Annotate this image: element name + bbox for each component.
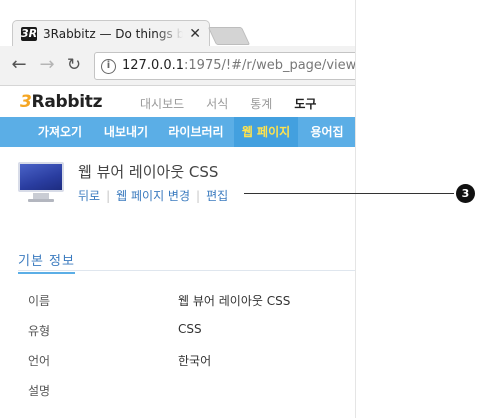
top-nav: 대시보드 서식 통계 도구 [140,95,338,112]
monitor-base [28,199,54,202]
info-icon[interactable]: i [101,59,116,74]
menu-glossary[interactable]: 용어집 [302,117,352,147]
menu-import[interactable]: 가져오기 [30,117,90,147]
callout-badge: 3 [456,184,475,203]
page-actions: 뒤로 | 웹 페이지 변경 | 편집 [78,187,228,204]
favicon-icon: 3R [21,27,38,41]
row-label-name: 이름 [28,294,51,308]
row-value-name: 웹 뷰어 레이아웃 CSS [178,294,291,308]
page-header: 웹 뷰어 레이아웃 CSS 뒤로 | 웹 페이지 변경 | 편집 [0,147,355,217]
browser-window: 3R 3Rabbitz — Do things b ✕ ← → ↻ i 127.… [0,0,356,418]
tools-menu: 가져오기 내보내기 라이브러리 웹 페이지 용어집 [0,117,355,147]
row-value-language: 한국어 [178,354,212,368]
tab-strip: 3R 3Rabbitz — Do things b ✕ [0,0,355,48]
browser-toolbar: ← → ↻ i 127.0.0.1:1975/!#/r/web_page/vie… [0,46,356,86]
back-arrow-icon[interactable]: ← [9,55,29,75]
monitor-icon [18,162,64,192]
menu-export[interactable]: 내보내기 [96,117,156,147]
close-tab-icon[interactable]: ✕ [189,26,201,42]
topnav-forms[interactable]: 서식 [206,95,228,112]
row-value-type: CSS [178,322,202,336]
page-title: 웹 뷰어 레이아웃 CSS [78,163,219,181]
app-logo[interactable]: 3Rabbitz [20,92,102,112]
reload-icon[interactable]: ↻ [64,55,84,75]
app-header: 3Rabbitz 대시보드 서식 통계 도구 [0,87,355,117]
row-label-language: 언어 [28,354,51,368]
url-text: 127.0.0.1:1975/!#/r/web_page/view/3 [122,58,356,73]
topnav-stats[interactable]: 통계 [250,95,272,112]
topnav-tools[interactable]: 도구 [294,95,316,112]
section-divider [18,270,355,271]
row-label-type: 유형 [28,324,51,338]
menu-web-page[interactable]: 웹 페이지 [234,117,298,147]
forward-arrow-icon[interactable]: → [37,55,57,75]
row-label-description: 설명 [28,384,51,398]
edit-link[interactable]: 편집 [206,187,228,204]
change-web-page-link[interactable]: 웹 페이지 변경 [116,187,190,204]
browser-tab[interactable]: 3R 3Rabbitz — Do things b ✕ [12,20,210,48]
back-link[interactable]: 뒤로 [78,187,100,204]
menu-library[interactable]: 라이브러리 [162,117,230,147]
tab-title: 3Rabbitz — Do things b [43,27,183,41]
new-tab-button[interactable] [207,27,251,45]
topnav-dashboard[interactable]: 대시보드 [140,95,184,112]
separator: | [196,188,201,203]
address-bar[interactable]: i 127.0.0.1:1975/!#/r/web_page/view/3 [94,52,356,80]
separator: | [106,188,111,203]
callout-line [244,193,454,194]
